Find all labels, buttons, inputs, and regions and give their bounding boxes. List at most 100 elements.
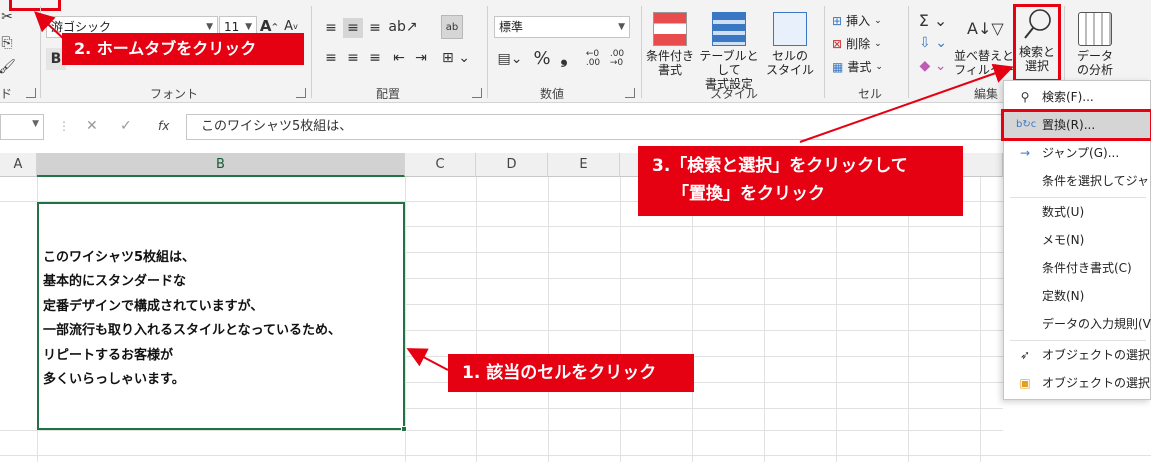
column-header-a[interactable]: A xyxy=(0,153,37,177)
gridline xyxy=(476,177,477,462)
cell-text-line: このワイシャツ5枚組は、 xyxy=(43,250,196,265)
wrap-text-icon[interactable]: ab xyxy=(441,15,463,39)
menu-item-formulas[interactable]: 数式(U) xyxy=(1004,198,1151,226)
menu-item-data-validation[interactable]: データの入力規則(V) xyxy=(1004,310,1151,338)
column-header-b[interactable]: B xyxy=(37,153,405,177)
indent-increase-icon[interactable]: ⇥ xyxy=(411,48,431,68)
format-as-table-button[interactable]: テーブルとして 書式設定 xyxy=(694,12,764,91)
gridline xyxy=(405,252,1003,253)
enter-icon[interactable]: ✓ xyxy=(120,118,132,134)
column-header-c[interactable]: C xyxy=(405,153,476,177)
menu-item-constants[interactable]: 定数(N) xyxy=(1004,282,1151,310)
menu-item-notes[interactable]: メモ(N) xyxy=(1004,226,1151,254)
menu-item-label: 条件付き書式(C) xyxy=(1042,261,1132,275)
clipboard-launcher-icon[interactable] xyxy=(26,88,36,98)
arrow-right-icon: → xyxy=(1019,146,1031,160)
menu-item-find[interactable]: ⚲ 検索(F)... xyxy=(1004,83,1151,111)
more-icon: ⋮ xyxy=(58,119,70,133)
number-launcher-icon[interactable] xyxy=(625,88,635,98)
cut-icon[interactable]: ✂ xyxy=(0,8,14,26)
separator xyxy=(824,6,825,98)
menu-item-select-objects[interactable]: ➶ オブジェクトの選択(O) xyxy=(1004,341,1151,369)
percent-icon[interactable]: % xyxy=(531,47,553,69)
menu-item-label: ジャンプ(G)... xyxy=(1042,146,1120,160)
conditional-format-label-1: 条件付き xyxy=(645,49,694,63)
chevron-down-icon: ▼ xyxy=(618,22,625,32)
cell-style-label-1: セルの xyxy=(771,49,808,63)
menu-item-goto-special[interactable]: 条件を選択してジャンプ xyxy=(1004,167,1151,195)
formula-input[interactable]: このワイシャツ5枚組は、 xyxy=(186,114,1006,140)
decrease-decimal-icon[interactable]: .00 →0 xyxy=(606,48,628,70)
cancel-icon[interactable]: ✕ xyxy=(86,118,98,134)
menu-item-conditional-formatting[interactable]: 条件付き書式(C) xyxy=(1004,254,1151,282)
font-launcher-icon[interactable] xyxy=(296,88,306,98)
home-tab-highlight[interactable] xyxy=(9,0,61,11)
orientation-icon[interactable]: ab↗ xyxy=(388,16,417,38)
delete-cells-button[interactable]: ⊠ 削除 ⌄ xyxy=(832,35,882,52)
gridline xyxy=(405,408,1003,409)
find-select-highlight xyxy=(1013,4,1061,82)
gridline xyxy=(980,177,981,462)
gridline xyxy=(405,177,406,462)
menu-item-label: 検索(F)... xyxy=(1042,90,1094,104)
group-label-cells: セル xyxy=(858,87,883,101)
name-box[interactable]: ▼ xyxy=(0,114,44,140)
group-label-editing: 編集 xyxy=(974,87,999,101)
font-size-value: 11 xyxy=(224,20,240,34)
menu-item-goto[interactable]: → ジャンプ(G)... xyxy=(1004,139,1151,167)
merge-center-icon[interactable]: ⊞ ⌄ xyxy=(441,48,471,68)
arrow-step1 xyxy=(406,348,449,371)
gridline xyxy=(764,177,765,462)
alignment-launcher-icon[interactable] xyxy=(472,88,482,98)
align-bottom-icon[interactable]: ≡ xyxy=(365,18,385,38)
column-header-d[interactable]: D xyxy=(476,153,548,177)
number-format-combo[interactable]: 標準 ▼ xyxy=(494,16,630,38)
pointer-icon: ➶ xyxy=(1019,348,1031,362)
replace-highlight xyxy=(1001,109,1151,141)
chevron-down-icon: ⌄ xyxy=(875,61,883,72)
clear-icon[interactable]: ◆ ⌄ xyxy=(918,56,948,76)
gridline xyxy=(405,226,1003,227)
align-right-icon[interactable]: ≡ xyxy=(365,48,385,68)
currency-icon[interactable]: ▤⌄ xyxy=(494,48,526,70)
callout-step3-line1: 3.「検索と選択」をクリックして xyxy=(652,156,908,176)
gridline xyxy=(620,177,621,462)
menu-item-selection-pane[interactable]: ▣ オブジェクトの選択と表示 xyxy=(1004,369,1151,397)
comma-icon[interactable]: ❟ xyxy=(557,46,571,68)
menu-item-label: データの入力規則(V) xyxy=(1042,317,1151,331)
gridline xyxy=(405,304,1003,305)
increase-decimal-icon[interactable]: ←0.00 xyxy=(582,48,604,70)
gridline xyxy=(405,278,1003,279)
format-painter-icon[interactable]: 🖌 xyxy=(0,58,16,76)
font-name-value: 游ゴシック xyxy=(51,20,112,34)
sort-filter-button[interactable]: A↓▽ 並べ替えと フィルター xyxy=(953,12,1015,77)
cell-style-button[interactable]: セルの スタイル xyxy=(763,12,817,77)
align-left-icon[interactable]: ≡ xyxy=(321,48,341,68)
copy-icon[interactable]: ⎘ xyxy=(0,34,14,52)
active-cell-b2[interactable]: このワイシャツ5枚組は、 基本的にスタンダードな 定番デザインで構成されています… xyxy=(37,202,405,430)
insert-cells-icon: ⊞ xyxy=(832,13,843,28)
menu-item-label: メモ(N) xyxy=(1042,233,1085,247)
gridline xyxy=(908,177,909,462)
align-top-icon[interactable]: ≡ xyxy=(321,18,341,38)
format-cells-button[interactable]: ▦ 書式 ⌄ xyxy=(832,58,883,75)
chevron-down-icon: ⌄ xyxy=(874,38,882,49)
insert-cells-button[interactable]: ⊞ 挿入 ⌄ xyxy=(832,12,882,29)
gridline xyxy=(0,455,1151,456)
column-header-e[interactable]: E xyxy=(548,153,620,177)
conditional-format-button[interactable]: 条件付き 書式 xyxy=(645,12,695,77)
separator xyxy=(40,6,41,98)
percent-label: % xyxy=(533,47,551,69)
delete-cells-icon: ⊠ xyxy=(832,36,843,51)
align-center-icon[interactable]: ≡ xyxy=(343,48,363,68)
indent-decrease-icon[interactable]: ⇤ xyxy=(389,48,409,68)
sort-filter-label-1: 並べ替えと xyxy=(953,49,1014,63)
analyze-data-button[interactable]: データ の分析 xyxy=(1070,12,1120,77)
callout-step3-line2: 「置換」をクリック xyxy=(672,184,825,204)
insert-function-icon[interactable]: fx xyxy=(158,119,169,133)
autosum-icon[interactable]: Σ ⌄ xyxy=(918,10,948,30)
separator xyxy=(311,6,312,98)
fill-icon[interactable]: ⇩ ⌄ xyxy=(918,33,948,53)
align-middle-icon[interactable]: ≡ xyxy=(343,18,363,38)
fill-handle[interactable] xyxy=(401,426,407,432)
